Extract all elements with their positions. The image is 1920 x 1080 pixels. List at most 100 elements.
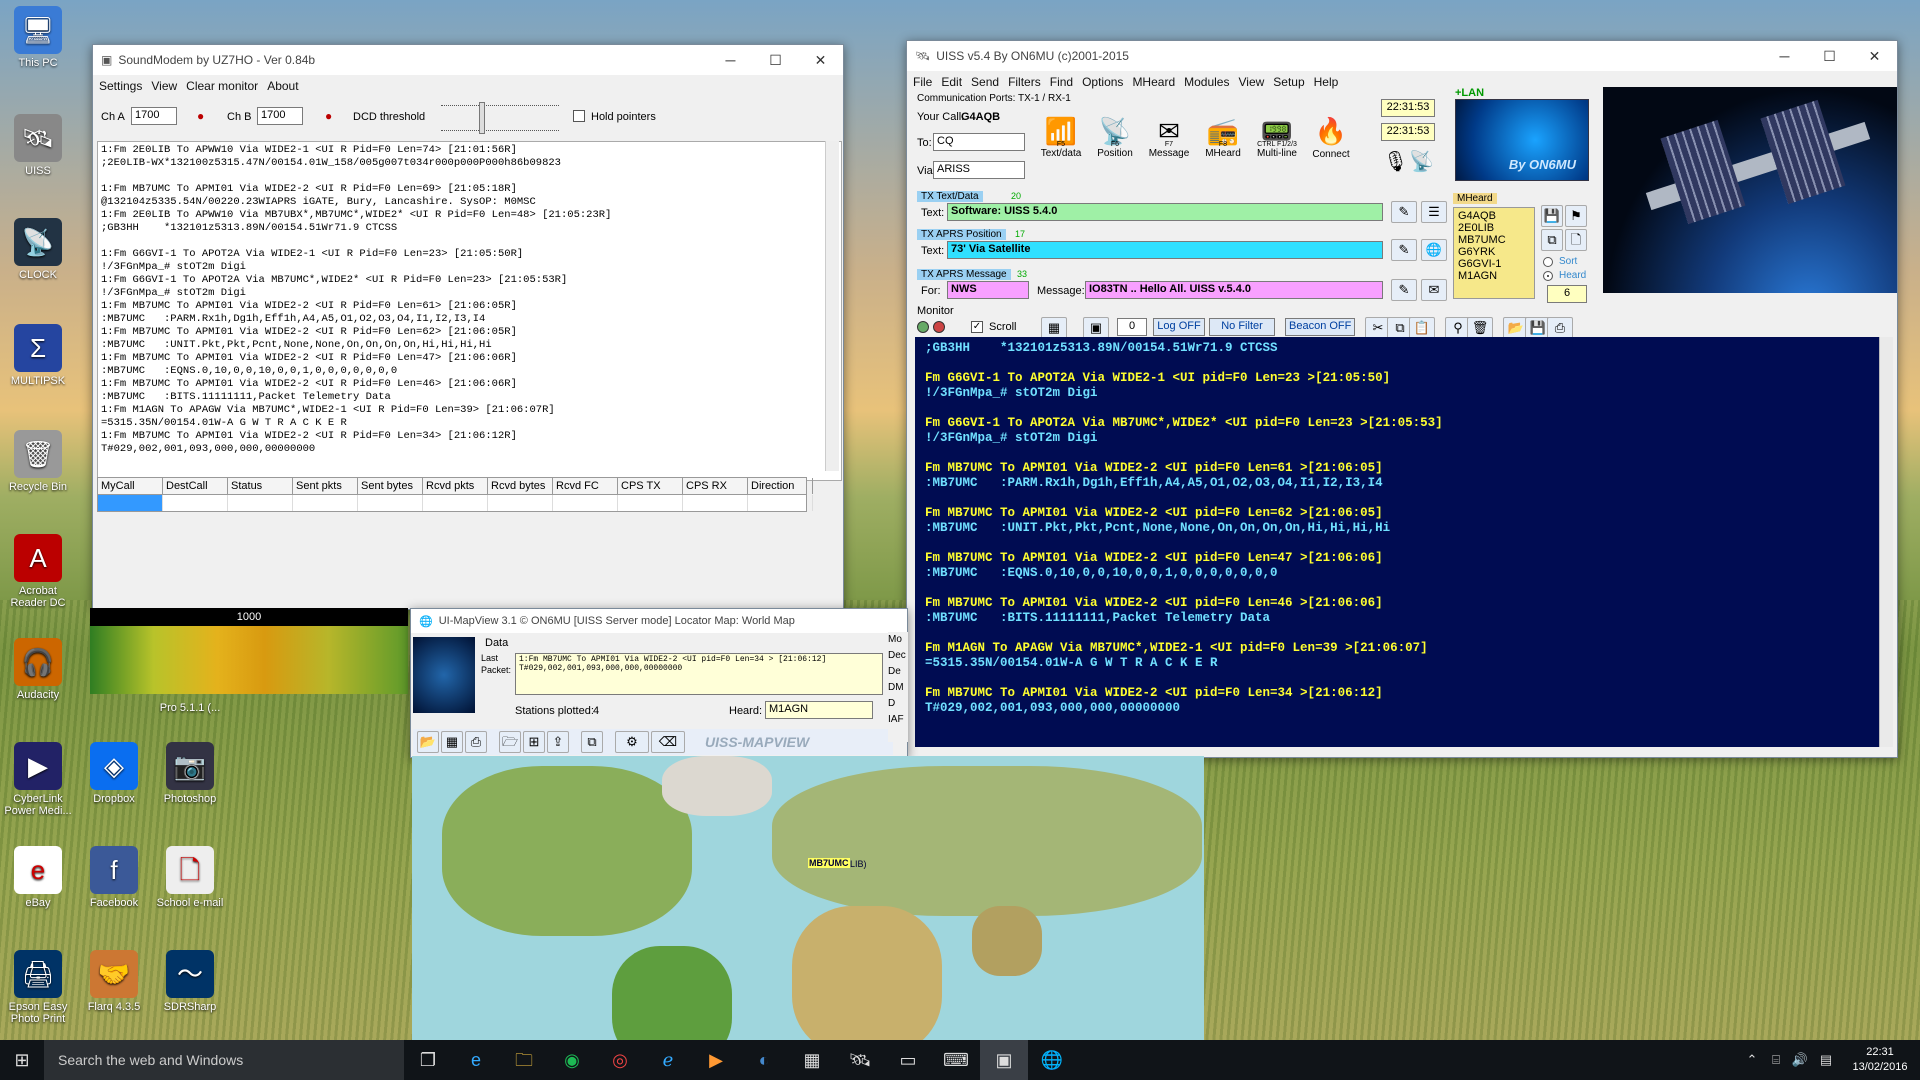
mheard-list[interactable]: G4AQB 2E0LIB MB7UMC G6YRK G6GVI-1 M1AGN bbox=[1453, 207, 1535, 299]
column-header[interactable]: Rcvd FC bbox=[553, 478, 618, 494]
column-header[interactable]: Rcvd bytes bbox=[488, 478, 553, 494]
list-item[interactable]: G6GVI-1 bbox=[1458, 258, 1530, 270]
list-item[interactable]: G4AQB bbox=[1458, 210, 1530, 222]
desktop-icon-recycle-bin[interactable]: 🗑 Recycle Bin bbox=[0, 430, 76, 493]
desktop-icon-uiss[interactable]: 🛰 UISS bbox=[0, 114, 76, 177]
column-header[interactable]: DestCall bbox=[163, 478, 228, 494]
scroll-checkbox[interactable]: ✓ bbox=[971, 321, 983, 333]
position-button[interactable]: 📡 F6 Position bbox=[1089, 113, 1141, 171]
world-map[interactable]: MB7UMC LIB) bbox=[412, 756, 1204, 1042]
column-header[interactable]: CPS TX bbox=[618, 478, 683, 494]
map-icon[interactable]: ⚑ bbox=[1565, 205, 1587, 227]
log-button[interactable]: Log OFF bbox=[1153, 318, 1205, 336]
desktop-icon-acrobat-reader-dc[interactable]: A Acrobat Reader DC bbox=[0, 534, 76, 609]
task-view-icon[interactable]: ❐ bbox=[404, 1040, 452, 1080]
menu-clear-monitor[interactable]: Clear monitor bbox=[186, 79, 258, 93]
menu-about[interactable]: About bbox=[267, 79, 298, 93]
sort-radio[interactable] bbox=[1543, 257, 1553, 267]
print-icon[interactable]: ⎙ bbox=[465, 731, 487, 753]
maximize-icon[interactable]: ☐ bbox=[753, 45, 798, 75]
column-header[interactable]: CPS RX bbox=[683, 478, 748, 494]
list-item[interactable]: M1AGN bbox=[1458, 270, 1530, 282]
to-select[interactable]: CQ bbox=[933, 133, 1025, 151]
cha-input[interactable]: 1700 bbox=[131, 107, 177, 125]
menu-mheard[interactable]: MHeard bbox=[1132, 75, 1175, 89]
satellite-dish-icon[interactable]: 📡 bbox=[1409, 149, 1434, 174]
desktop-icon-facebook[interactable]: f Facebook bbox=[76, 846, 152, 909]
open-icon[interactable]: 📂 bbox=[417, 731, 439, 753]
edge-icon[interactable]: e bbox=[452, 1040, 500, 1080]
uiss-titlebar[interactable]: 🛰 UISS v5.4 By ON6MU (c)2001-2015 ─ ☐ ✕ bbox=[907, 41, 1897, 71]
menu-view[interactable]: View bbox=[151, 79, 177, 93]
keyboard-app-icon[interactable]: ⌨ bbox=[932, 1040, 980, 1080]
record-icon[interactable]: ● bbox=[197, 109, 204, 123]
clock[interactable]: 22:31 13/02/2016 bbox=[1840, 1045, 1920, 1075]
desktop-icon-pro-5-1-1-[interactable]: Pro 5.1.1 (... bbox=[152, 702, 228, 714]
file-explorer-icon[interactable]: 🗀 bbox=[500, 1040, 548, 1080]
dcd-threshold-slider[interactable] bbox=[441, 102, 559, 134]
desktop-icon-clock[interactable]: 📡 CLOCK bbox=[0, 218, 76, 281]
network-icon[interactable]: ⌸ bbox=[1764, 1040, 1788, 1080]
tx-position-input[interactable]: 73' Via Satellite bbox=[947, 241, 1383, 259]
uiss-scrollbar[interactable] bbox=[1879, 337, 1893, 747]
desktop-icon-photoshop[interactable]: 📷 Photoshop bbox=[152, 742, 228, 805]
text-data-button[interactable]: 📶 F5 Text/data bbox=[1035, 113, 1087, 171]
menu-view[interactable]: View bbox=[1238, 75, 1264, 89]
envelope-icon[interactable]: ✉ bbox=[1421, 279, 1447, 301]
mapview-titlebar[interactable]: 🌐 UI-MapView 3.1 © ON6MU [UISS Server mo… bbox=[411, 609, 907, 633]
maximize-icon[interactable]: ☐ bbox=[1807, 41, 1852, 71]
menu-find[interactable]: Find bbox=[1050, 75, 1073, 89]
beacon-button[interactable]: Beacon OFF bbox=[1285, 318, 1355, 336]
sdr-app-icon[interactable]: ▦ bbox=[788, 1040, 836, 1080]
for-select[interactable]: NWS bbox=[947, 281, 1029, 299]
chrome-icon[interactable]: ◎ bbox=[596, 1040, 644, 1080]
monitor-icon[interactable]: ▦ bbox=[1041, 317, 1067, 339]
media-player-icon[interactable]: ▶ bbox=[692, 1040, 740, 1080]
station-label[interactable]: LIB) bbox=[850, 859, 867, 869]
soundmodem-monitor[interactable]: 1:Fm 2E0LIB To APWW10 Via WIDE2-1 <UI R … bbox=[97, 141, 842, 481]
hold-pointers-checkbox[interactable] bbox=[573, 110, 585, 122]
desktop-icon-sdrsharp[interactable]: 〜 SDRSharp bbox=[152, 950, 228, 1013]
volume-icon[interactable]: 🔊 bbox=[1788, 1040, 1812, 1080]
soundmodem-titlebar[interactable]: ▣ SoundModem by UZ7HO - Ver 0.84b ─ ☐ ✕ bbox=[93, 45, 843, 75]
list-item[interactable]: MB7UMC bbox=[1458, 234, 1530, 246]
heard-select[interactable]: M1AGN bbox=[765, 701, 873, 719]
desktop-icon-ebay[interactable]: e eBay bbox=[0, 846, 76, 909]
settings-icon[interactable]: ⚙ bbox=[615, 731, 649, 753]
column-header[interactable]: Sent pkts bbox=[293, 478, 358, 494]
chb-input[interactable]: 1700 bbox=[257, 107, 303, 125]
notifications-icon[interactable]: ▤ bbox=[1812, 1040, 1840, 1080]
desktop-icon-audacity[interactable]: 🎧 Audacity bbox=[0, 638, 76, 701]
windows-start-icon[interactable]: ⊞ bbox=[0, 1040, 44, 1080]
column-header[interactable]: Direction bbox=[748, 478, 813, 494]
close-icon[interactable]: ✕ bbox=[1852, 41, 1897, 71]
table-row[interactable] bbox=[98, 495, 813, 511]
heard-radio[interactable] bbox=[1543, 271, 1553, 281]
menu-options[interactable]: Options bbox=[1082, 75, 1123, 89]
microphone-icon[interactable]: 🎙 bbox=[1383, 149, 1408, 174]
uiss-monitor[interactable]: ;GB3HH *132101z5313.89N/00154.51Wr71.9 C… bbox=[915, 337, 1887, 747]
desktop-icon-dropbox[interactable]: ◈ Dropbox bbox=[76, 742, 152, 805]
menu-file[interactable]: File bbox=[913, 75, 932, 89]
zoom-icon[interactable]: ⊞ bbox=[523, 731, 545, 753]
via-select[interactable]: ARISS bbox=[933, 161, 1025, 179]
copy-icon[interactable]: ⧉ bbox=[1541, 229, 1563, 251]
filter-button[interactable]: No Filter bbox=[1209, 318, 1275, 336]
list-item[interactable]: 2E0LIB bbox=[1458, 222, 1530, 234]
desktop-icon-this-pc[interactable]: 🖥 This PC bbox=[0, 6, 76, 69]
eraser-icon[interactable]: ⌫ bbox=[651, 731, 685, 753]
connect-button[interactable]: 🔥 Connect bbox=[1305, 113, 1357, 171]
mapview-app-icon[interactable]: 🌐 bbox=[1028, 1040, 1076, 1080]
menu-edit[interactable]: Edit bbox=[941, 75, 962, 89]
column-header[interactable]: Rcvd pkts bbox=[423, 478, 488, 494]
close-icon[interactable]: ✕ bbox=[798, 45, 843, 75]
print-icon[interactable]: ⎙ bbox=[1547, 317, 1573, 339]
menu-filters[interactable]: Filters bbox=[1008, 75, 1041, 89]
column-header[interactable]: Status bbox=[228, 478, 293, 494]
column-header[interactable]: Sent bytes bbox=[358, 478, 423, 494]
edit-icon[interactable]: ✎ bbox=[1391, 239, 1417, 261]
soundmodem-scrollbar[interactable] bbox=[825, 141, 839, 471]
delete-icon[interactable]: 🗑 bbox=[1467, 317, 1493, 339]
screen-icon[interactable]: ▣ bbox=[1083, 317, 1109, 339]
export-icon[interactable]: ⇪ bbox=[547, 731, 569, 753]
